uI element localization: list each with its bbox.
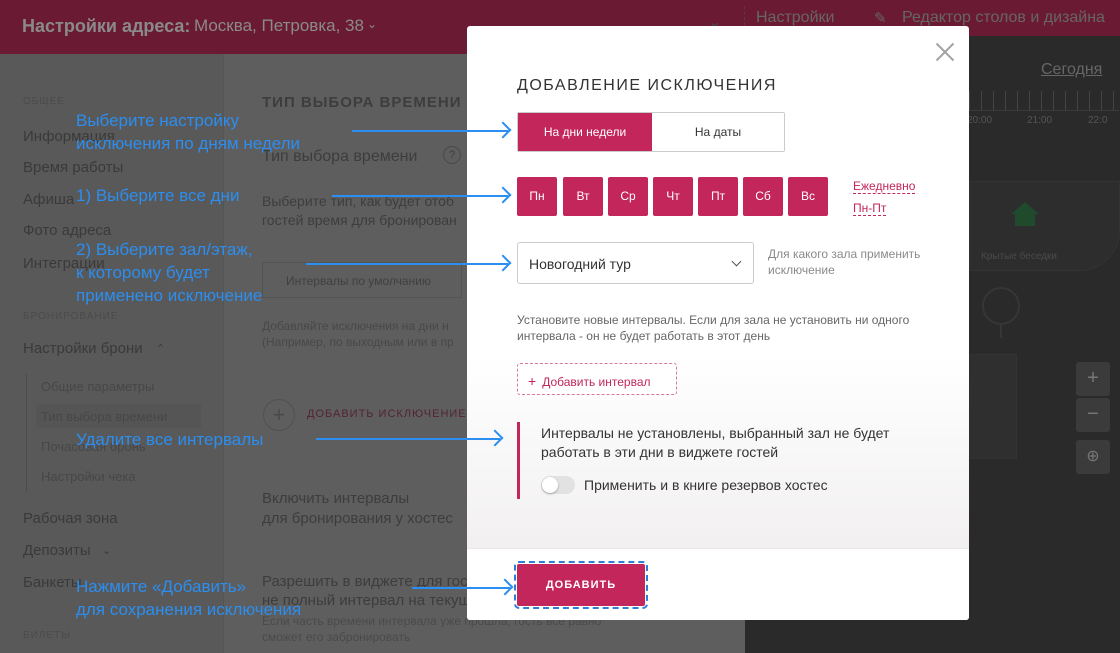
map-zone-label: Крытые беседки <box>981 251 1057 262</box>
sidebar-item-photos[interactable]: Фото адреса <box>23 222 111 239</box>
add-interval-label: Добавить интервал <box>542 375 651 389</box>
modal-title: ДОБАВЛЕНИЕ ИСКЛЮЧЕНИЯ <box>517 77 777 94</box>
time-label: 22:0 <box>1088 115 1108 126</box>
add-button[interactable]: ДОБАВИТЬ <box>514 561 648 609</box>
locate-icon[interactable]: ⊕ <box>1076 440 1110 474</box>
warning-text: Интервалы не установлены, выбранный зал … <box>541 425 890 460</box>
annotation-text: 1) Выберите все дни <box>76 186 240 205</box>
sidebar-item-poster[interactable]: Афиша <box>23 191 74 208</box>
select-weekdays-link[interactable]: Пн-Пт <box>853 201 887 216</box>
add-exception-modal: ДОБАВЛЕНИЕ ИСКЛЮЧЕНИЯ На дни недели На д… <box>467 26 969 620</box>
plus-icon[interactable]: + <box>263 399 295 431</box>
day-button-sun[interactable]: Вс <box>788 177 828 216</box>
divider <box>26 374 27 492</box>
annotation-line: к которому будет <box>76 263 210 282</box>
sidebar-section-tickets: БИЛЕТЫ <box>23 630 71 641</box>
warning-bar <box>517 422 520 499</box>
nav-editor[interactable]: Редактор столов и дизайна <box>902 9 1105 27</box>
arrow-icon <box>316 438 500 440</box>
toggle-knob <box>542 477 558 493</box>
hall-select-hint: Для какого зала применить исключение <box>768 247 921 277</box>
arrow-icon <box>412 587 510 589</box>
add-exception-link[interactable]: ДОБАВИТЬ ИСКЛЮЧЕНИЕ <box>307 408 467 420</box>
annotation-text: 2) Выберите зал/этаж, к которому будет п… <box>76 238 262 307</box>
tree-icon <box>975 284 1027 338</box>
time-label: 20:00 <box>967 115 993 126</box>
annotation-text: Удалите все интервалы <box>76 430 264 449</box>
content-hint: Добавляйте исключения на дни н <box>262 319 449 333</box>
close-icon[interactable] <box>934 41 956 63</box>
sidebar-section-booking: БРОНИРОВАНИЕ <box>23 311 119 322</box>
today-link[interactable]: Сегодня <box>1041 61 1102 79</box>
sidebar-item-banquets[interactable]: Банкеты <box>23 574 82 591</box>
page-title: Настройки адреса: <box>22 16 191 36</box>
address-selector[interactable]: Москва, Петровка, 38 <box>194 16 364 36</box>
day-button-thu[interactable]: Чт <box>653 177 693 216</box>
annotation-line: Нажмите «Добавить» <box>76 577 247 596</box>
annotation-text: Нажмите «Добавить» для сохранения исключ… <box>76 575 301 621</box>
chevron-down-icon[interactable]: ⌄ <box>102 544 111 557</box>
sidebar-item-hours[interactable]: Время работы <box>23 159 123 176</box>
sidebar-subitem-time-type[interactable]: Тип выбора времени <box>41 409 167 424</box>
day-button-mon[interactable]: Пн <box>517 177 557 216</box>
chevron-down-icon <box>731 256 742 267</box>
sidebar-item-deposits[interactable]: Депозиты <box>23 542 91 559</box>
sidebar-subitem-general[interactable]: Общие параметры <box>41 379 154 394</box>
sidebar-subitem-check[interactable]: Настройки чека <box>41 469 136 484</box>
select-daily-link[interactable]: Ежедневно <box>853 179 916 194</box>
day-button-sat[interactable]: Сб <box>743 177 783 216</box>
apply-hostess-toggle[interactable] <box>541 476 575 494</box>
arrow-icon <box>306 263 508 265</box>
tab-weekdays[interactable]: На дни недели <box>518 113 652 151</box>
day-button-fri[interactable]: Пт <box>698 177 738 216</box>
content-hint: (Например, по выходным или в пр <box>262 335 454 349</box>
content-hint: сможет его забронировать <box>262 630 411 644</box>
annotation-line: Выберите настройку <box>76 111 239 130</box>
hall-select-value: Новогодний тур <box>529 256 631 272</box>
sidebar-section-general: ОБЩЕЕ <box>23 96 66 107</box>
intervals-note: Установите новые интервалы. Если для зал… <box>517 313 910 343</box>
content-label: Включить интервалы <box>262 490 410 507</box>
chevron-down-icon[interactable]: ⌄ <box>367 17 377 31</box>
chevron-up-icon[interactable]: ⌃ <box>156 342 165 355</box>
annotation-line: исключения по дням недели <box>76 134 301 153</box>
tab-dates[interactable]: На даты <box>652 113 784 151</box>
default-intervals-button[interactable]: Интервалы по умолчанию <box>262 262 462 298</box>
sidebar-item-booking-settings[interactable]: Настройки брони <box>23 340 143 357</box>
sidebar-item-workzone[interactable]: Рабочая зона <box>23 510 118 527</box>
plus-icon: + <box>528 373 537 389</box>
arrow-icon <box>352 130 508 132</box>
time-label: 21:00 <box>1027 115 1053 126</box>
content-label: для бронирования у хостес <box>262 510 453 527</box>
content-desc: гостей время для бронирован <box>262 212 457 228</box>
nav-settings[interactable]: Настройки <box>756 9 834 27</box>
annotation-line: 2) Выберите зал/этаж, <box>76 240 253 259</box>
annotation-text: Выберите настройку исключения по дням не… <box>76 109 300 155</box>
pencil-icon: ✎ <box>874 10 887 27</box>
exception-type-toggle: На дни недели На даты <box>517 112 785 152</box>
apply-hostess-label: Применить и в книге резервов хостес <box>584 477 828 493</box>
annotation-line: применено исключение <box>76 286 263 305</box>
zoom-out-button[interactable]: − <box>1076 398 1110 432</box>
annotation-line: для сохранения исключения <box>76 600 302 619</box>
timeline-ruler <box>969 91 1119 111</box>
day-button-wed[interactable]: Ср <box>608 177 648 216</box>
arrow-icon <box>332 195 508 197</box>
zoom-in-button[interactable]: + <box>1076 362 1110 396</box>
hall-select[interactable]: Новогодний тур <box>517 242 754 284</box>
day-button-tue[interactable]: Вт <box>563 177 603 216</box>
add-interval-button[interactable]: + Добавить интервал <box>517 363 677 395</box>
house-icon <box>1007 196 1043 232</box>
help-icon[interactable]: ? <box>443 146 461 164</box>
